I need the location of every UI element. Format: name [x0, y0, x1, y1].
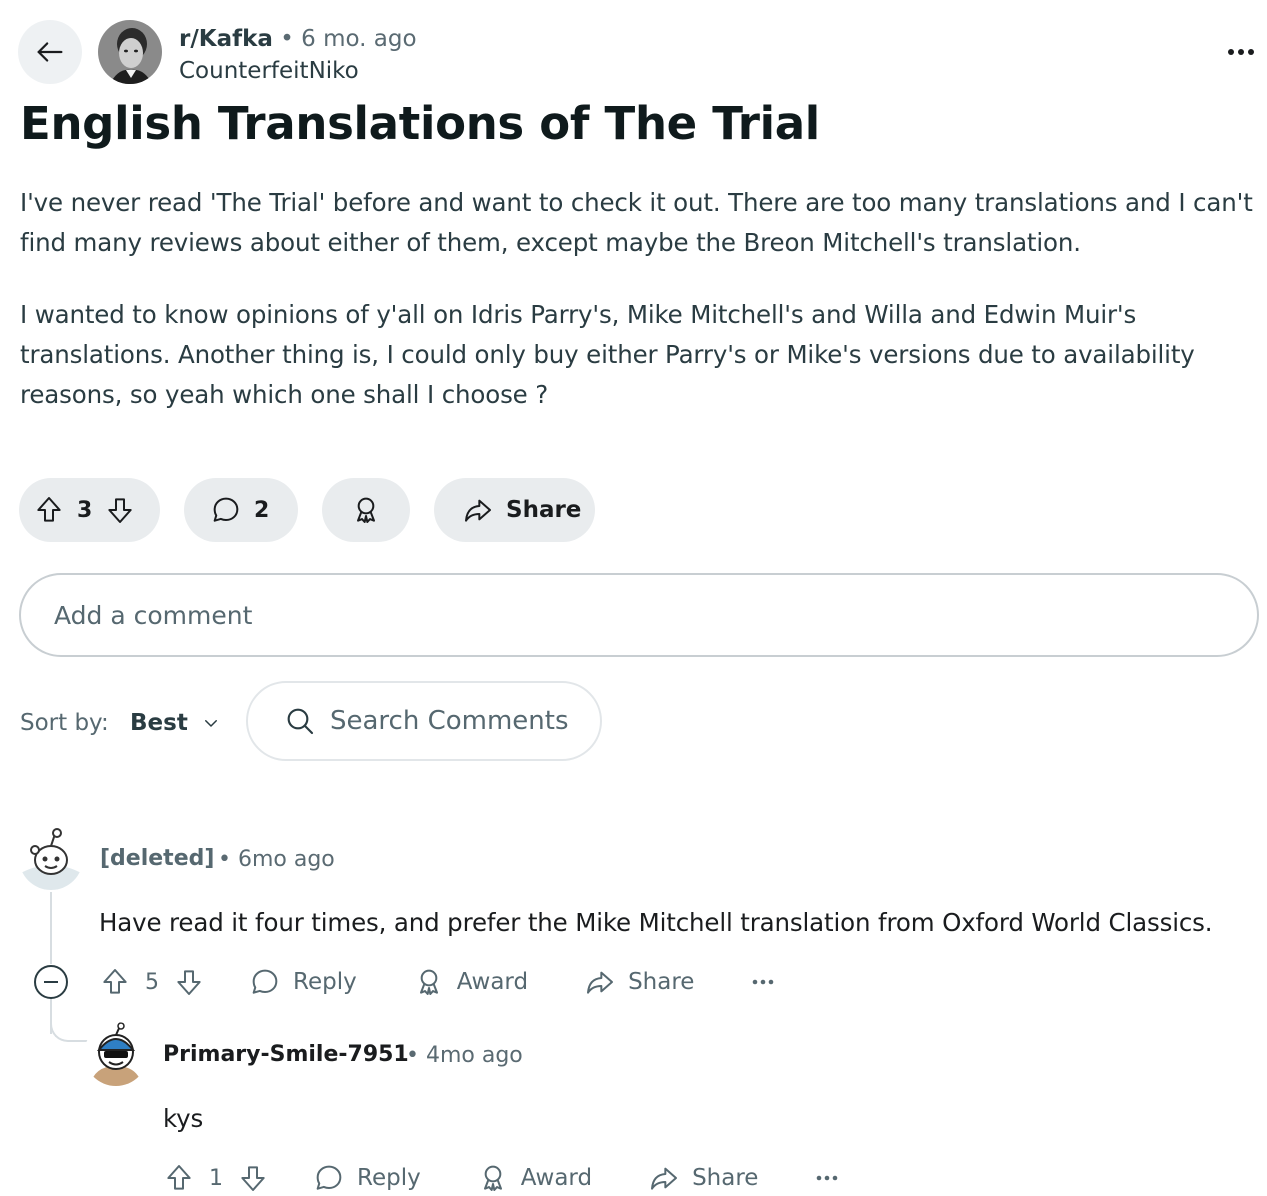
arrow-up-outline-icon [33, 494, 65, 526]
ellipsis-icon [1227, 48, 1255, 56]
comment-score: 1 [209, 1165, 223, 1191]
post-share-button[interactable]: Share [434, 478, 595, 542]
post-vote-pill: 3 [19, 478, 160, 542]
award-ribbon-icon [477, 1162, 509, 1194]
comment-more-button[interactable] [816, 1175, 838, 1181]
reply-button[interactable]: Reply [313, 1162, 421, 1194]
post-score: 3 [77, 497, 93, 523]
award-label: Award [520, 1165, 593, 1191]
sort-label: Sort by: [20, 710, 109, 736]
arrow-down-outline-icon [173, 966, 205, 998]
sort-value: Best [130, 710, 188, 736]
reply-label: Reply [293, 969, 357, 995]
search-comments-input[interactable] [330, 706, 590, 736]
downvote-button[interactable] [237, 1162, 269, 1194]
ellipsis-icon [752, 979, 774, 985]
upvote-button[interactable] [99, 966, 131, 998]
award-label: Award [456, 969, 529, 995]
comment-more-button[interactable] [752, 979, 774, 985]
share-label: Share [628, 969, 695, 995]
comment-actions: 1 Reply Award Share [163, 1156, 838, 1196]
separator-dot: • [280, 26, 294, 52]
comment-age: • 4mo ago [406, 1043, 523, 1068]
add-comment-box [19, 573, 1259, 657]
share-arrow-icon [462, 494, 494, 526]
upvote-button[interactable] [163, 1162, 195, 1194]
arrow-down-outline-icon [237, 1162, 269, 1194]
speech-bubble-icon [313, 1162, 345, 1194]
collapse-thread-button[interactable] [34, 965, 68, 999]
comment-score: 5 [145, 969, 159, 995]
post-title: English Translations of The Trial [20, 97, 820, 150]
post-more-button[interactable] [1216, 34, 1266, 70]
share-label: Share [506, 497, 582, 523]
subreddit-avatar[interactable] [98, 20, 162, 84]
comment-username[interactable]: Primary-Smile-7951 [163, 1040, 409, 1070]
post-body-paragraph-1: I've never read 'The Trial' before and w… [20, 188, 1253, 257]
avatar[interactable] [19, 826, 83, 890]
arrow-down-outline-icon [104, 494, 136, 526]
reply-label: Reply [357, 1165, 421, 1191]
share-arrow-icon [584, 966, 616, 998]
search-comments-box [246, 681, 602, 761]
subreddit-name[interactable]: r/Kafka [179, 26, 273, 52]
ellipsis-icon [816, 1175, 838, 1181]
award-button[interactable]: Award [413, 966, 528, 998]
speech-bubble-icon [210, 494, 242, 526]
post-header-line: r/Kafka • 6 mo. ago [179, 24, 417, 54]
post-comments-button[interactable]: 2 [184, 478, 298, 542]
thread-branch [50, 1006, 88, 1042]
post-author[interactable]: CounterfeitNiko [179, 56, 359, 86]
share-button[interactable]: Share [648, 1162, 758, 1194]
speech-bubble-icon [249, 966, 281, 998]
share-button[interactable]: Share [584, 966, 694, 998]
arrow-left-icon [33, 35, 67, 69]
award-ribbon-icon [413, 966, 445, 998]
comment-age: • 6mo ago [218, 847, 335, 872]
award-button[interactable]: Award [477, 1162, 592, 1194]
sort-dropdown[interactable]: Best [130, 705, 220, 741]
share-arrow-icon [648, 1162, 680, 1194]
share-label: Share [692, 1165, 759, 1191]
comment-body: kys [163, 1104, 204, 1133]
award-ribbon-icon [350, 494, 382, 526]
downvote-button[interactable] [173, 966, 205, 998]
magnifier-icon [284, 705, 316, 737]
post-comment-count: 2 [254, 497, 270, 523]
comment-actions: 5 Reply Award Share [99, 960, 774, 1004]
downvote-button[interactable] [104, 494, 136, 526]
comment-body: Have read it four times, and prefer the … [99, 908, 1213, 937]
avatar[interactable] [84, 1022, 148, 1086]
reply-button[interactable]: Reply [249, 966, 357, 998]
arrow-up-outline-icon [99, 966, 131, 998]
add-comment-input[interactable] [21, 575, 1257, 655]
thread-line [50, 892, 52, 964]
upvote-button[interactable] [33, 494, 65, 526]
post-body-paragraph-2: I wanted to know opinions of y'all on Id… [20, 300, 1195, 409]
comment-username[interactable]: [deleted] [100, 844, 214, 874]
post-age: 6 mo. ago [301, 26, 417, 52]
minus-circle-icon [43, 980, 59, 984]
chevron-down-icon [202, 714, 220, 732]
back-button[interactable] [18, 20, 82, 84]
arrow-up-outline-icon [163, 1162, 195, 1194]
post-award-button[interactable] [322, 478, 410, 542]
